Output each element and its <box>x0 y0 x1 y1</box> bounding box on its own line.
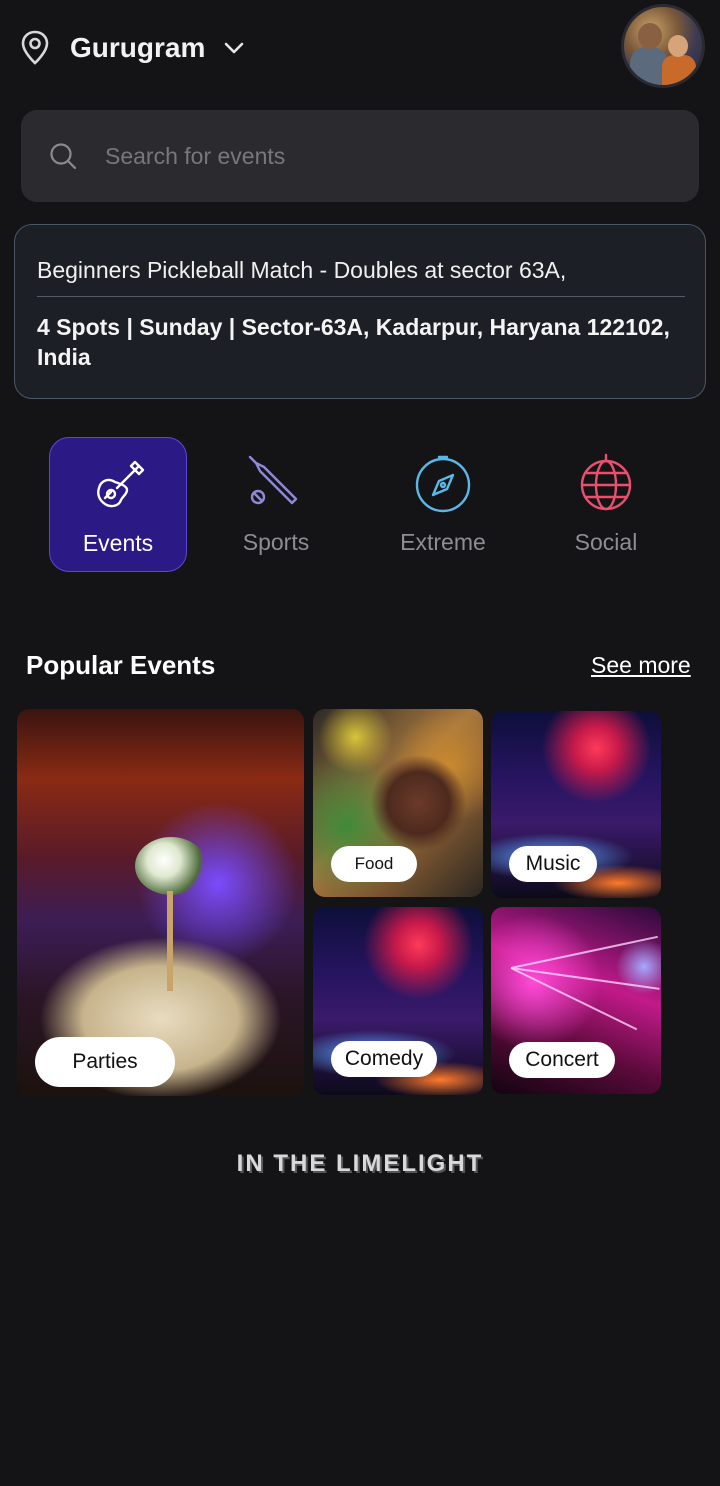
event-tile-music[interactable]: Music <box>491 711 661 898</box>
tile-label: Food <box>331 846 417 882</box>
category-label: Sports <box>242 529 310 555</box>
location-name[interactable]: Gurugram <box>70 30 205 66</box>
tile-label: Music <box>509 846 597 882</box>
divider <box>37 296 685 297</box>
search-input[interactable] <box>105 136 665 176</box>
chevron-down-icon[interactable] <box>222 36 246 60</box>
event-details: 4 Spots | Sunday | Sector-63A, Kadarpur,… <box>37 314 670 370</box>
search-icon <box>50 143 77 170</box>
map-pin-icon[interactable] <box>20 30 50 66</box>
category-sports[interactable]: Sports <box>207 437 345 572</box>
event-tile-parties[interactable]: Parties <box>17 709 304 1096</box>
category-label: Extreme <box>400 529 486 555</box>
category-label: Social <box>574 529 638 555</box>
tile-label: Concert <box>509 1042 615 1078</box>
section-title-limelight: IN THE LIMELIGHT <box>236 1150 484 1177</box>
light-beam <box>510 935 658 969</box>
event-tile-comedy[interactable]: Comedy <box>313 907 483 1095</box>
home-screen: Gurugram Beginners Pickleball Match - Do… <box>0 0 720 1486</box>
profile-avatar[interactable] <box>621 4 705 88</box>
vase-stem <box>167 891 173 991</box>
upcoming-event-card[interactable]: Beginners Pickleball Match - Doubles at … <box>14 224 706 399</box>
section-title: Popular Events <box>26 650 216 680</box>
category-events[interactable]: Events <box>49 437 187 572</box>
category-label: Events <box>82 530 154 556</box>
disco-ball-icon <box>580 453 632 511</box>
flowers-decoration <box>135 837 207 895</box>
event-title: Beginners Pickleball Match - Doubles at … <box>37 257 567 283</box>
search-bar[interactable] <box>21 110 699 202</box>
cricket-bat-icon <box>248 455 298 505</box>
tile-label: Comedy <box>331 1041 437 1077</box>
see-more-link[interactable]: See more <box>591 652 691 679</box>
category-social[interactable]: Social <box>537 437 675 572</box>
guitar-icon <box>97 460 145 508</box>
category-extreme[interactable]: Extreme <box>374 437 512 572</box>
tile-label: Parties <box>35 1037 175 1087</box>
event-tile-concert[interactable]: Concert <box>491 907 661 1094</box>
compass-icon <box>415 455 471 513</box>
event-tile-food[interactable]: Food <box>313 709 483 897</box>
